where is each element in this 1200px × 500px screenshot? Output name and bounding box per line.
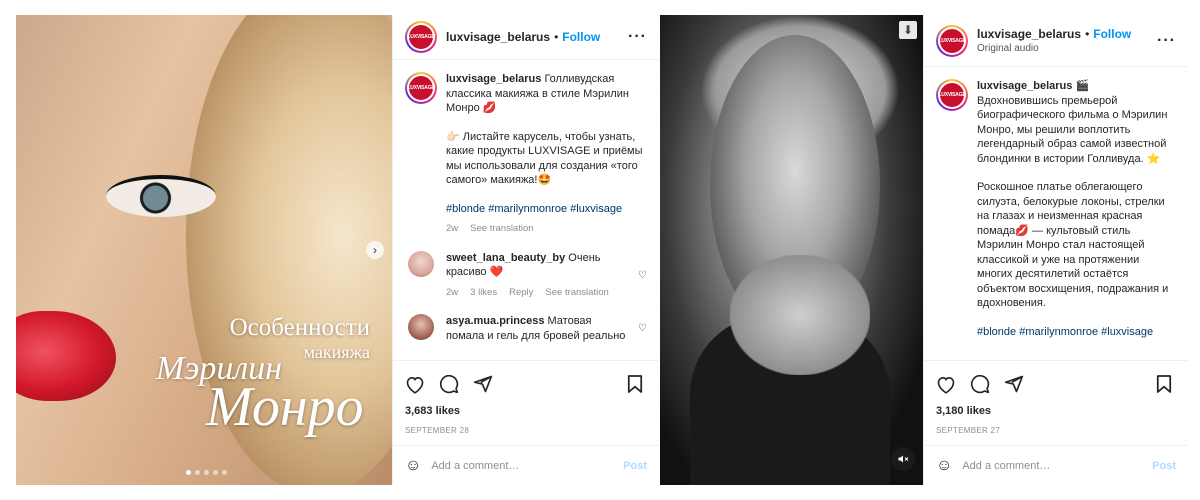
- heart-icon[interactable]: ♡: [638, 270, 647, 281]
- lips-shape: [16, 311, 116, 401]
- add-comment-bar: ☺ Add a comment… Post: [924, 445, 1188, 485]
- bookmark-icon[interactable]: [1156, 372, 1176, 396]
- caption-text-2: 👉🏻 Листайте карусель, чтобы узнать, каки…: [446, 130, 643, 187]
- action-bar: 3,683 likes SEPTEMBER 28: [393, 360, 659, 435]
- post-date: SEPTEMBER 27: [936, 426, 1001, 435]
- add-comment-bar: ☺ Add a comment… Post: [393, 445, 659, 485]
- more-icon[interactable]: ···: [1157, 32, 1176, 50]
- comment-username[interactable]: asya.mua.princess: [446, 315, 544, 327]
- heart-icon[interactable]: ♡: [638, 323, 647, 334]
- clapper-icon: 🎬: [1075, 80, 1090, 92]
- comment-item: asya.mua.princess Матовая помала и гель …: [405, 314, 647, 343]
- audio-label[interactable]: Original audio: [977, 43, 1157, 54]
- post-card-1: Особенности макияжа Мэрилин Монро › LUXV…: [16, 15, 659, 485]
- username-link[interactable]: luxvisage_belarus: [446, 30, 550, 44]
- comment-input[interactable]: Add a comment…: [431, 460, 623, 472]
- avatar[interactable]: LUXVISAGE: [936, 79, 968, 111]
- hashtags[interactable]: #blonde #marilynmonroe #luxvisage: [446, 202, 647, 217]
- carousel-dot[interactable]: [195, 470, 200, 475]
- comment-time[interactable]: 2w: [446, 286, 458, 301]
- overlay-line-4: Монро: [206, 376, 364, 438]
- caption-time[interactable]: 2w: [446, 222, 458, 237]
- comment-item: sweet_lana_beauty_by Очень красиво ❤️ 2w…: [405, 250, 647, 301]
- likes-count[interactable]: 3,683 likes: [405, 405, 647, 417]
- post-button[interactable]: Post: [623, 460, 647, 472]
- username-link[interactable]: luxvisage_belarus: [977, 27, 1081, 41]
- comment-likes[interactable]: 3 likes: [470, 286, 497, 301]
- caption-username[interactable]: luxvisage_belarus: [446, 73, 541, 85]
- caption-username[interactable]: luxvisage_belarus: [977, 80, 1072, 92]
- post-button[interactable]: Post: [1152, 460, 1176, 472]
- emoji-icon[interactable]: ☺: [405, 457, 421, 475]
- post-sidebar: LUXVISAGE luxvisage_belarus • Follow Ori…: [923, 15, 1188, 485]
- see-translation-link[interactable]: See translation: [470, 222, 533, 237]
- chevron-right-icon[interactable]: ›: [366, 241, 384, 259]
- mute-icon[interactable]: [891, 447, 915, 471]
- brand-logo: LUXVISAGE: [407, 25, 435, 49]
- post-card-2: ⬇ LUXVISAGE luxvisage_belarus • Follow O…: [660, 15, 1188, 485]
- overlay-line-1: Особенности: [229, 314, 370, 341]
- eye-shape: [106, 175, 216, 217]
- reply-button[interactable]: Reply: [509, 286, 533, 301]
- carousel-dot[interactable]: [204, 470, 209, 475]
- caption-text-1: Вдохновившись премьерой биографического …: [977, 94, 1168, 165]
- heart-icon[interactable]: [936, 372, 964, 396]
- comment-input[interactable]: Add a comment…: [962, 460, 1152, 472]
- post-date: SEPTEMBER 28: [405, 426, 470, 435]
- carousel-dots: [186, 470, 227, 475]
- brand-logo: LUXVISAGE: [407, 76, 435, 100]
- brand-logo: LUXVISAGE: [938, 28, 966, 53]
- carousel-dot[interactable]: [186, 470, 191, 475]
- avatar[interactable]: LUXVISAGE: [405, 21, 437, 53]
- action-bar: 3,180 likes SEPTEMBER 27: [924, 360, 1188, 435]
- share-icon[interactable]: [1004, 372, 1032, 396]
- separator-dot: •: [1085, 27, 1090, 41]
- share-icon[interactable]: [473, 372, 501, 396]
- comments-list[interactable]: LUXVISAGE luxvisage_belarus 🎬 Вдохновивш…: [924, 67, 1188, 360]
- caption-text-2: Роскошное платье облегающего силуэта, бе…: [977, 181, 1169, 309]
- avatar[interactable]: LUXVISAGE: [405, 72, 437, 104]
- hashtags[interactable]: #blonde #marilynmonroe #luxvisage: [977, 325, 1176, 340]
- separator-dot: •: [554, 30, 559, 44]
- post-header: LUXVISAGE luxvisage_belarus • Follow Ori…: [924, 15, 1188, 67]
- brand-logo: LUXVISAGE: [938, 83, 966, 107]
- avatar[interactable]: [408, 314, 434, 340]
- caption: LUXVISAGE luxvisage_belarus 🎬 Вдохновивш…: [936, 79, 1176, 339]
- post-video[interactable]: ⬇: [660, 15, 923, 485]
- overlay-line-2: макияжа: [303, 342, 370, 362]
- heart-icon[interactable]: [405, 372, 433, 396]
- likes-count[interactable]: 3,180 likes: [936, 405, 1176, 417]
- follow-button[interactable]: Follow: [1093, 27, 1131, 41]
- comment-icon[interactable]: [439, 372, 467, 396]
- follow-button[interactable]: Follow: [562, 30, 600, 44]
- post-image[interactable]: Особенности макияжа Мэрилин Монро ›: [16, 15, 392, 485]
- carousel-dot[interactable]: [213, 470, 218, 475]
- bookmark-icon[interactable]: [627, 372, 647, 396]
- comment-username[interactable]: sweet_lana_beauty_by: [446, 252, 565, 264]
- post-header: LUXVISAGE luxvisage_belarus • Follow ···: [393, 15, 659, 60]
- avatar[interactable]: [408, 250, 434, 277]
- comments-list[interactable]: LUXVISAGE luxvisage_belarus Голливудская…: [393, 60, 659, 360]
- download-icon[interactable]: ⬇: [899, 21, 917, 39]
- hands-shape: [730, 255, 870, 375]
- more-icon[interactable]: ···: [628, 28, 647, 46]
- emoji-icon[interactable]: ☺: [936, 457, 952, 475]
- see-translation-link[interactable]: See translation: [545, 286, 608, 301]
- carousel-dot[interactable]: [222, 470, 227, 475]
- avatar[interactable]: LUXVISAGE: [936, 24, 968, 57]
- post-sidebar: LUXVISAGE luxvisage_belarus • Follow ···…: [392, 15, 659, 485]
- caption: LUXVISAGE luxvisage_belarus Голливудская…: [405, 72, 647, 237]
- comment-icon[interactable]: [970, 372, 998, 396]
